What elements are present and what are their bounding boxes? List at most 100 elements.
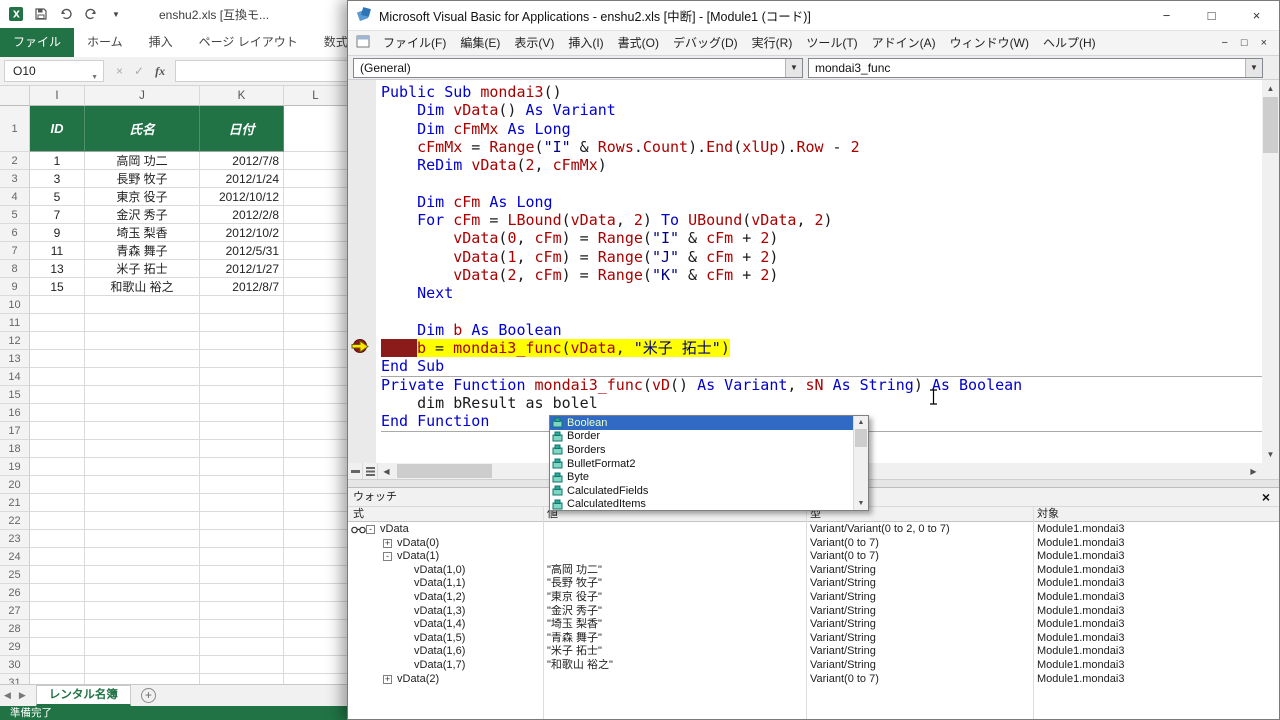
cell-J29[interactable] — [85, 638, 200, 656]
row-header-30[interactable]: 30 — [0, 656, 29, 674]
intellisense-scrollbar[interactable]: ▲ ▼ — [853, 416, 868, 510]
cell-L10[interactable] — [284, 296, 348, 314]
cell-I6[interactable]: 9 — [30, 224, 85, 242]
row-header-27[interactable]: 27 — [0, 602, 29, 620]
cell-L6[interactable] — [284, 224, 348, 242]
row-header-14[interactable]: 14 — [0, 368, 29, 386]
code-line-15[interactable]: b = mondai3_func(vData, "米子 拓士") — [381, 339, 1262, 357]
cell-K30[interactable] — [200, 656, 284, 674]
cell-I8[interactable]: 13 — [30, 260, 85, 278]
cell-I18[interactable] — [30, 440, 85, 458]
scroll-up-icon[interactable]: ▲ — [1262, 80, 1279, 97]
close-button[interactable]: × — [1234, 1, 1279, 31]
menu-ツール(T)[interactable]: ツール(T) — [799, 31, 864, 56]
cell-J20[interactable] — [85, 476, 200, 494]
cell-I12[interactable] — [30, 332, 85, 350]
procedure-combo[interactable]: mondai3_func ▼ — [808, 58, 1263, 78]
name-box[interactable]: O10 ▼ — [4, 60, 104, 82]
code-line-9[interactable]: vData(0, cFm) = Range("I" & cFm + 2) — [381, 229, 1262, 247]
watch-row-vData(1,1)[interactable]: vData(1,1)"長野 牧子"Variant/StringModule1.m… — [348, 577, 1279, 591]
cell-I4[interactable]: 5 — [30, 188, 85, 206]
row-header-24[interactable]: 24 — [0, 548, 29, 566]
cell-L30[interactable] — [284, 656, 348, 674]
full-module-view-button[interactable] — [363, 463, 378, 479]
code-line-16[interactable]: End Sub — [381, 357, 1262, 375]
cell-I16[interactable] — [30, 404, 85, 422]
menu-表示(V)[interactable]: 表示(V) — [507, 31, 561, 56]
row-header-1[interactable]: 1 — [0, 106, 29, 152]
cell-L20[interactable] — [284, 476, 348, 494]
cell-K5[interactable]: 2012/2/8 — [200, 206, 284, 224]
row-header-7[interactable]: 7 — [0, 242, 29, 260]
intellisense-item-CalculatedItems[interactable]: CalculatedItems — [550, 498, 853, 510]
cell-K22[interactable] — [200, 512, 284, 530]
row-header-22[interactable]: 22 — [0, 512, 29, 530]
menu-デバッグ(D)[interactable]: デバッグ(D) — [666, 31, 745, 56]
menu-ウィンドウ(W)[interactable]: ウィンドウ(W) — [943, 31, 1036, 56]
cell-L8[interactable] — [284, 260, 348, 278]
cell-J31[interactable] — [85, 674, 200, 684]
code-line-1[interactable]: Public Sub mondai3() — [381, 83, 1262, 101]
cell-L17[interactable] — [284, 422, 348, 440]
watch-close-icon[interactable]: × — [1262, 488, 1270, 507]
code-line-10[interactable]: vData(1, cFm) = Range("J" & cFm + 2) — [381, 248, 1262, 266]
menu-編集(E)[interactable]: 編集(E) — [453, 31, 507, 56]
cell-I20[interactable] — [30, 476, 85, 494]
cell-L22[interactable] — [284, 512, 348, 530]
watch-row-vData[interactable]: -vDataVariant/Variant(0 to 2, 0 to 7)Mod… — [348, 523, 1279, 537]
code-line-18[interactable]: dim bResult as bolel — [381, 394, 1262, 412]
menu-書式(O)[interactable]: 書式(O) — [611, 31, 666, 56]
cell-J27[interactable] — [85, 602, 200, 620]
watch-row-vData(1,0)[interactable]: vData(1,0)"高岡 功二"Variant/StringModule1.m… — [348, 564, 1279, 578]
cell-L15[interactable] — [284, 386, 348, 404]
cell-L3[interactable] — [284, 170, 348, 188]
cell-K23[interactable] — [200, 530, 284, 548]
code-line-4[interactable]: cFmMx = Range("I" & Rows.Count).End(xlUp… — [381, 138, 1262, 156]
menu-アドイン(A)[interactable]: アドイン(A) — [865, 31, 943, 56]
watch-row-vData(1,4)[interactable]: vData(1,4)"埼玉 梨香"Variant/StringModule1.m… — [348, 618, 1279, 632]
row-header-6[interactable]: 6 — [0, 224, 29, 242]
cell-J22[interactable] — [85, 512, 200, 530]
cell-K8[interactable]: 2012/1/27 — [200, 260, 284, 278]
cell-J1[interactable]: 氏名 — [85, 106, 200, 152]
cell-J28[interactable] — [85, 620, 200, 638]
code-line-13[interactable] — [381, 303, 1262, 321]
code-line-6[interactable] — [381, 174, 1262, 192]
customize-qat-icon[interactable]: ▼ — [108, 6, 124, 22]
cell-K29[interactable] — [200, 638, 284, 656]
cell-L18[interactable] — [284, 440, 348, 458]
intellisense-scroll-thumb[interactable] — [855, 429, 867, 447]
intellisense-item-Borders[interactable]: Borders — [550, 443, 853, 457]
code-line-7[interactable]: Dim cFm As Long — [381, 193, 1262, 211]
vertical-scrollbar[interactable]: ▲ ▼ — [1262, 80, 1279, 463]
row-header-5[interactable]: 5 — [0, 206, 29, 224]
menu-実行(R)[interactable]: 実行(R) — [745, 31, 800, 56]
cell-J8[interactable]: 米子 拓士 — [85, 260, 200, 278]
cell-J25[interactable] — [85, 566, 200, 584]
cell-I23[interactable] — [30, 530, 85, 548]
ribbon-tab-ホーム[interactable]: ホーム — [74, 28, 136, 57]
save-icon[interactable] — [33, 6, 49, 22]
row-header-3[interactable]: 3 — [0, 170, 29, 188]
row-header-4[interactable]: 4 — [0, 188, 29, 206]
cell-J2[interactable]: 高岡 功二 — [85, 152, 200, 170]
cell-L1[interactable] — [284, 106, 348, 152]
cell-I22[interactable] — [30, 512, 85, 530]
cell-J7[interactable]: 青森 舞子 — [85, 242, 200, 260]
cell-I13[interactable] — [30, 350, 85, 368]
scroll-up-icon[interactable]: ▲ — [854, 416, 868, 429]
cell-I2[interactable]: 1 — [30, 152, 85, 170]
watch-row-vData(2)[interactable]: +vData(2)Variant(0 to 7)Module1.mondai3 — [348, 673, 1279, 687]
row-header-11[interactable]: 11 — [0, 314, 29, 332]
select-all-corner[interactable] — [0, 86, 30, 106]
code-lines[interactable]: Public Sub mondai3() Dim vData() As Vari… — [376, 80, 1262, 463]
cell-I1[interactable]: ID — [30, 106, 85, 152]
row-header-17[interactable]: 17 — [0, 422, 29, 440]
row-header-12[interactable]: 12 — [0, 332, 29, 350]
cell-I25[interactable] — [30, 566, 85, 584]
scroll-left-icon[interactable]: ◀ — [378, 463, 395, 479]
cell-I3[interactable]: 3 — [30, 170, 85, 188]
cell-K27[interactable] — [200, 602, 284, 620]
watch-row-vData(1,6)[interactable]: vData(1,6)"米子 拓士"Variant/StringModule1.m… — [348, 645, 1279, 659]
cell-J24[interactable] — [85, 548, 200, 566]
